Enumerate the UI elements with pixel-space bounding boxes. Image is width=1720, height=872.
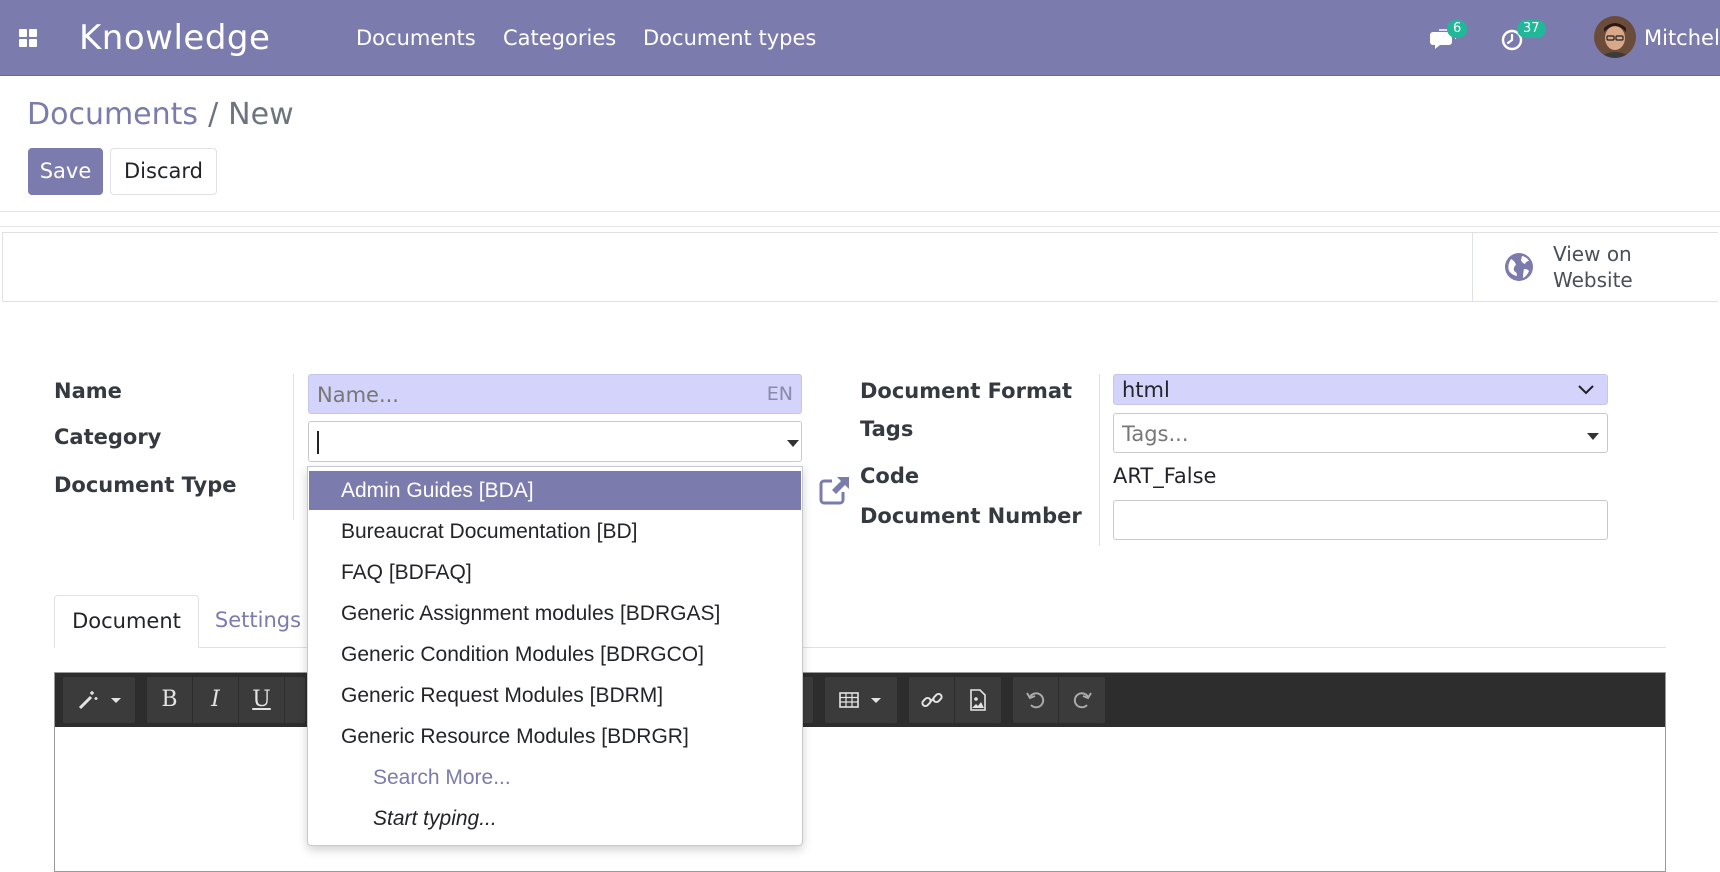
document-format-select[interactable]: html <box>1113 374 1608 405</box>
toolbar-insert-group <box>909 677 1001 723</box>
category-option[interactable]: Generic Condition Modules [BDRGCO] <box>309 635 801 674</box>
toolbar-table-group <box>825 677 897 723</box>
text-cursor <box>317 431 319 454</box>
image-file-icon <box>970 689 986 711</box>
toolbar-font-group: B I U <box>147 677 305 723</box>
html-editor[interactable]: B I U <box>54 672 1666 872</box>
apps-menu-icon[interactable] <box>19 29 37 47</box>
magic-wand-icon <box>78 691 98 710</box>
insert-table-button[interactable] <box>825 677 897 723</box>
messages-button[interactable]: 6 <box>1430 20 1468 56</box>
category-input[interactable] <box>308 421 802 462</box>
save-button[interactable]: Save <box>28 148 103 195</box>
view-on-website-label: View on Website <box>1553 242 1633 292</box>
smart-button-box <box>2 232 1718 302</box>
toolbar-style-group <box>63 677 135 723</box>
menu-documents[interactable]: Documents <box>356 24 476 52</box>
right-group-divider <box>1099 374 1100 546</box>
discard-button[interactable]: Discard <box>110 148 217 195</box>
tags-input[interactable]: Tags... <box>1113 413 1608 453</box>
user-avatar[interactable] <box>1594 16 1636 58</box>
top-navbar: Knowledge Documents Categories Document … <box>0 0 1720 76</box>
chevron-down-icon <box>1578 385 1594 395</box>
menu-document-types[interactable]: Document types <box>643 24 816 52</box>
undo-icon <box>1026 692 1045 709</box>
document-format-label: Document Format <box>860 379 1073 403</box>
breadcrumb-separator: / <box>208 97 219 132</box>
form-sheet-edge <box>0 226 1720 227</box>
italic-button[interactable]: I <box>193 677 239 723</box>
document-format-value: html <box>1122 378 1170 402</box>
undo-button[interactable] <box>1013 677 1059 723</box>
document-number-label: Document Number <box>860 504 1082 528</box>
tags-dropdown-arrow-icon[interactable] <box>1587 433 1599 440</box>
tags-label: Tags <box>860 417 914 441</box>
document-type-label: Document Type <box>54 473 237 497</box>
insert-image-button[interactable] <box>955 677 1001 723</box>
redo-button[interactable] <box>1059 677 1105 723</box>
redo-icon <box>1073 692 1092 709</box>
underline-button[interactable]: U <box>239 677 285 723</box>
category-option[interactable]: FAQ [BDFAQ] <box>309 553 801 592</box>
user-avatar-image <box>1594 16 1636 58</box>
view-on-website-button[interactable]: View on Website <box>1472 232 1718 302</box>
tab-settings[interactable]: Settings <box>198 595 318 648</box>
external-link-icon[interactable] <box>818 474 852 506</box>
name-label: Name <box>54 379 122 403</box>
category-label: Category <box>54 425 162 449</box>
link-icon <box>921 692 943 708</box>
document-number-input[interactable] <box>1113 500 1608 540</box>
code-label: Code <box>860 464 920 488</box>
toolbar-history-group <box>1013 677 1105 723</box>
breadcrumb: Documents / New <box>27 95 294 135</box>
activities-count-badge: 37 <box>1517 20 1546 38</box>
control-panel-divider <box>0 211 1720 212</box>
messages-count-badge: 6 <box>1447 20 1468 38</box>
tab-document[interactable]: Document <box>54 595 199 648</box>
name-placeholder: Name... <box>317 383 399 407</box>
bold-button[interactable]: B <box>147 677 193 723</box>
code-value: ART_False <box>1113 464 1217 488</box>
tags-placeholder: Tags... <box>1122 422 1189 446</box>
chevron-down-icon <box>871 698 881 703</box>
category-option[interactable]: Admin Guides [BDA] <box>309 471 801 510</box>
search-more-link[interactable]: Search More... <box>373 758 511 797</box>
table-icon <box>839 692 859 708</box>
menu-categories[interactable]: Categories <box>503 24 616 52</box>
start-typing-hint: Start typing... <box>373 807 497 830</box>
breadcrumb-documents-link[interactable]: Documents <box>27 97 198 132</box>
category-option[interactable]: Generic Assignment modules [BDRGAS] <box>309 594 801 633</box>
category-option[interactable]: Generic Request Modules [BDRM] <box>309 676 801 715</box>
breadcrumb-current: New <box>228 97 294 132</box>
left-group-divider <box>293 374 294 520</box>
editor-toolbar: B I U <box>55 673 1665 727</box>
magic-wand-button[interactable] <box>63 677 135 723</box>
user-name[interactable]: Mitchell <box>1644 24 1720 52</box>
globe-icon <box>1505 253 1533 281</box>
category-dropdown-arrow-icon[interactable] <box>787 440 799 447</box>
activities-button[interactable]: 37 <box>1500 20 1546 56</box>
category-autocomplete-dropdown: Admin Guides [BDA] Bureaucrat Documentat… <box>307 466 803 846</box>
name-input[interactable]: Name... EN <box>308 374 802 414</box>
category-option[interactable]: Generic Resource Modules [BDRGR] <box>309 717 801 756</box>
language-button[interactable]: EN <box>767 380 793 408</box>
category-option[interactable]: Bureaucrat Documentation [BD] <box>309 512 801 551</box>
app-brand[interactable]: Knowledge <box>79 15 270 61</box>
insert-link-button[interactable] <box>909 677 955 723</box>
chevron-down-icon <box>111 698 121 703</box>
